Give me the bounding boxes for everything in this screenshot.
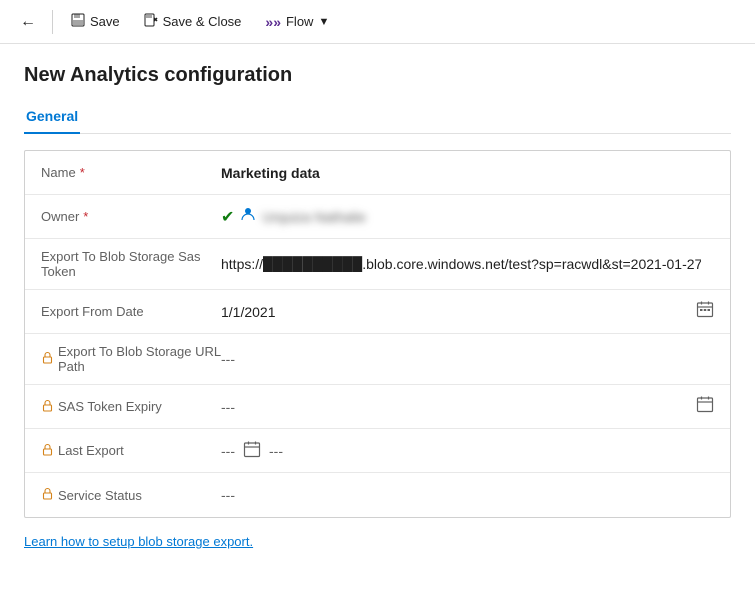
value-url-path: --- <box>221 351 714 367</box>
page-content: New Analytics configuration General Name… <box>0 44 755 569</box>
lock-icon-last-export <box>41 443 54 459</box>
flow-dropdown-icon: ▼ <box>318 16 329 28</box>
lock-icon-service-status <box>41 487 54 503</box>
label-last-export: Last Export <box>41 443 221 459</box>
tabs-container: General <box>24 99 731 134</box>
back-icon: ← <box>20 13 36 31</box>
page-title: New Analytics configuration <box>24 64 731 87</box>
value-name: Marketing data <box>221 165 714 181</box>
label-url-path: Export To Blob Storage URL Path <box>41 344 221 374</box>
learn-link[interactable]: Learn how to setup blob storage export. <box>24 534 253 549</box>
label-name: Name * <box>41 165 221 180</box>
save-button[interactable]: Save <box>61 8 130 35</box>
label-sas-token: Export To Blob Storage Sas Token <box>41 249 221 279</box>
value-sas-token: https://██████████.blob.core.windows.net… <box>221 256 701 272</box>
form-row-service-status: Service Status --- <box>25 473 730 517</box>
form-row-name: Name * Marketing data <box>25 151 730 195</box>
tab-general[interactable]: General <box>24 100 80 134</box>
lock-icon-sas-expiry <box>41 399 54 415</box>
flow-label: Flow <box>286 14 313 29</box>
required-star-owner: * <box>83 209 88 224</box>
save-icon <box>71 13 85 30</box>
calendar-icon-last-export[interactable] <box>243 440 261 461</box>
form-row-url-path: Export To Blob Storage URL Path --- <box>25 334 730 385</box>
save-close-button[interactable]: Save & Close <box>134 8 252 35</box>
value-service-status: --- <box>221 487 714 503</box>
value-export-date: 1/1/2021 <box>221 300 714 323</box>
label-export-date: Export From Date <box>41 304 221 319</box>
flow-button[interactable]: »» Flow ▼ <box>255 9 339 35</box>
form-row-sas-token: Export To Blob Storage Sas Token https:/… <box>25 239 730 290</box>
label-service-status: Service Status <box>41 487 221 503</box>
form-row-last-export: Last Export --- --- <box>25 429 730 473</box>
required-star-name: * <box>80 165 85 180</box>
form-row-sas-expiry: SAS Token Expiry --- <box>25 385 730 429</box>
owner-name: Urquiza Nathalie <box>262 209 366 225</box>
value-owner: ✔ Urquiza Nathalie <box>221 206 714 227</box>
owner-person-icon <box>240 206 256 227</box>
toolbar: ← Save Save & Close »» Flow ▼ <box>0 0 755 44</box>
save-label: Save <box>90 14 120 29</box>
calendar-icon-export-date[interactable] <box>696 300 714 323</box>
toolbar-separator <box>52 10 53 34</box>
form-row-owner: Owner * ✔ Urquiza Nathalie <box>25 195 730 239</box>
save-close-label: Save & Close <box>163 14 242 29</box>
value-last-export: --- --- <box>221 440 714 461</box>
label-owner: Owner * <box>41 209 221 224</box>
form-card: Name * Marketing data Owner * ✔ <box>24 150 731 518</box>
save-close-icon <box>144 13 158 30</box>
calendar-icon-sas-expiry[interactable] <box>696 395 714 418</box>
flow-icon: »» <box>265 14 281 30</box>
value-sas-expiry: --- <box>221 395 714 418</box>
back-button[interactable]: ← <box>12 8 44 36</box>
label-sas-expiry: SAS Token Expiry <box>41 399 221 415</box>
lock-icon-url-path <box>41 351 54 367</box>
owner-check-icon: ✔ <box>221 207 234 227</box>
form-row-export-date: Export From Date 1/1/2021 <box>25 290 730 334</box>
